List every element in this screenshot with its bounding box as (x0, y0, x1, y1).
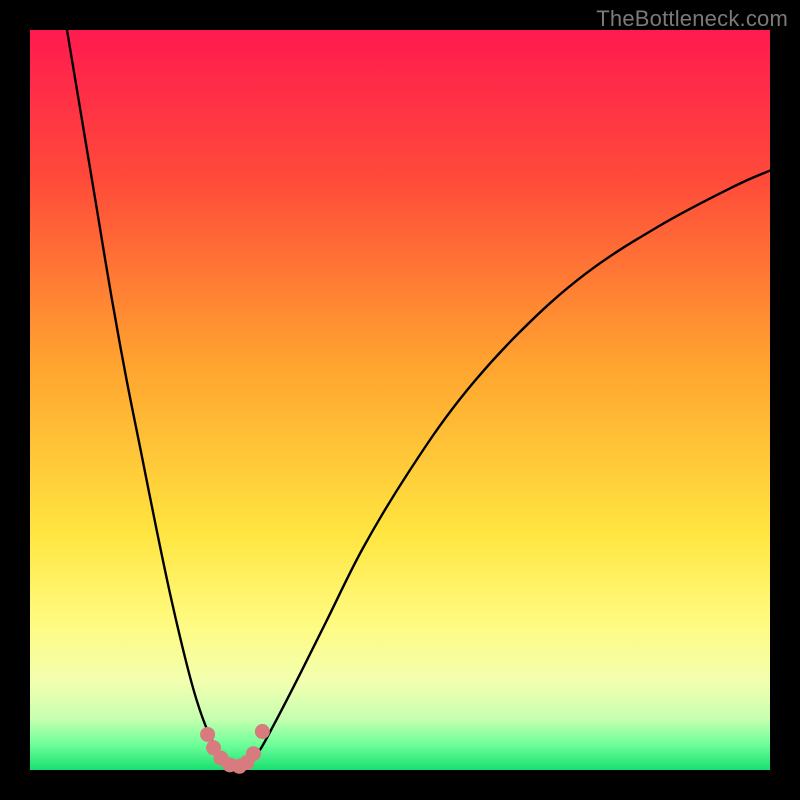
watermark-text: TheBottleneck.com (596, 6, 788, 32)
valley-marker (200, 727, 215, 742)
chart-container: { "watermark": "TheBottleneck.com", "cha… (0, 0, 800, 800)
valley-marker (255, 724, 270, 739)
plot-background (30, 30, 770, 770)
bottleneck-chart (0, 0, 800, 800)
valley-marker (246, 746, 261, 761)
